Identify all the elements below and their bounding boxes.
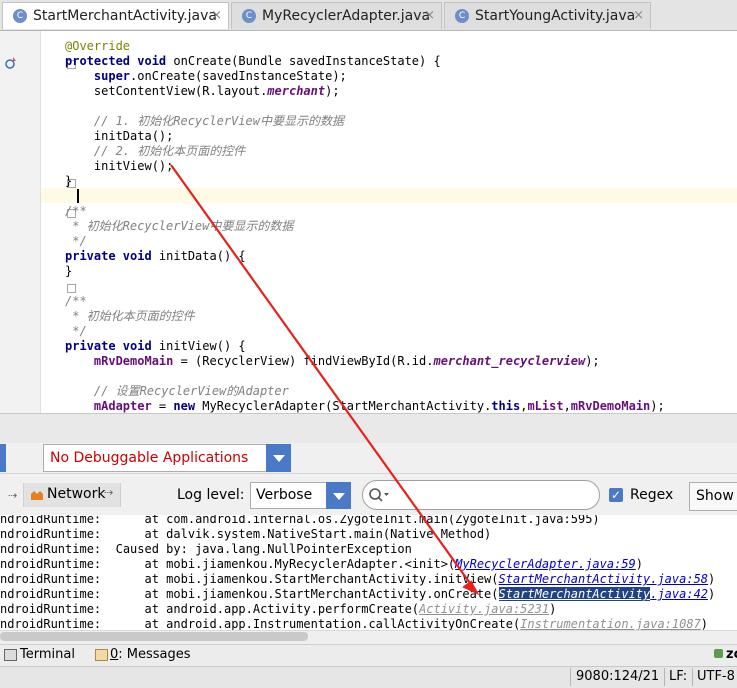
status-separator [692, 668, 693, 686]
code-line: initView(); [65, 159, 174, 173]
status-separator [570, 668, 571, 686]
event-log-icon [714, 649, 723, 658]
stack-trace-link[interactable]: MyRecyclerAdapter.java:59 [455, 557, 636, 571]
log-level-label: Log level: [177, 487, 245, 503]
override-marker-icon[interactable] [5, 56, 17, 70]
messages-icon [95, 649, 108, 661]
network-tab[interactable]: Network ⇢ [23, 483, 121, 507]
log-line: ndroidRuntime: at mobi.jiamenkou.StartMe… [0, 572, 716, 586]
file-encoding-indicator[interactable]: UTF-8 [697, 668, 735, 686]
status-separator [664, 668, 665, 686]
code-comment: /** [65, 204, 87, 218]
pin-tab-icon[interactable]: ⇢ [104, 486, 113, 499]
panel-header-band [0, 413, 737, 444]
class-icon: C [455, 9, 469, 23]
app-filter-value: No Debuggable Applications [50, 450, 249, 466]
close-icon[interactable]: × [633, 3, 644, 29]
logcat-search-input[interactable] [362, 480, 600, 510]
messages-tool-button[interactable]: 0: Messages [110, 647, 191, 662]
network-tab-label: Network [47, 486, 106, 502]
pin-tab-icon[interactable]: ⇢ [0, 483, 22, 507]
text-caret [77, 189, 79, 203]
tab-my-recycler-adapter[interactable]: C MyRecyclerAdapter.java × [231, 2, 442, 29]
svg-text:⇢: ⇢ [8, 489, 17, 502]
close-icon[interactable]: × [211, 3, 222, 29]
stack-trace-link-selected[interactable]: StartMerchantActivity [498, 587, 651, 601]
code-comment: */ [65, 324, 87, 338]
code-line: mAdapter = new MyRecyclerAdapter(StartMe… [65, 399, 665, 413]
code-line: private void initData() { [65, 249, 246, 263]
code-comment: // 1. 初始化RecyclerView中要显示的数据 [65, 114, 344, 128]
log-line: ndroidRuntime: Caused by: java.lang.Null… [0, 542, 412, 556]
code-comment: * 初始化RecyclerView中要显示的数据 [65, 219, 294, 233]
code-line: setContentView(R.layout.merchant); [65, 84, 340, 98]
editor-gutter[interactable] [0, 31, 41, 413]
logcat-output[interactable]: ndroidRuntime: at com.android.internal.o… [0, 515, 737, 630]
close-icon[interactable]: × [424, 3, 435, 29]
editor-tab-bar: C StartMerchantActivity.java × C MyRecyc… [0, 0, 737, 31]
stack-trace-link[interactable]: StartMerchantActivity.java:58 [499, 572, 709, 586]
stack-trace-link[interactable]: Activity.java:5231 [419, 602, 549, 616]
code-line: @Override [65, 39, 131, 53]
current-line-highlight [41, 188, 737, 203]
app-filter-dropdown[interactable]: No Debuggable Applications [43, 444, 291, 472]
device-dropdown-edge[interactable] [0, 444, 6, 472]
log-line: ndroidRuntime: at dalvik.system.NativeSt… [0, 527, 492, 541]
log-line: ndroidRuntime: at com.android.internal.o… [0, 515, 600, 526]
code-comment: */ [65, 234, 87, 248]
stack-trace-link[interactable]: .java:42 [650, 587, 708, 601]
event-log-tool-button[interactable]: zo [726, 647, 737, 662]
log-level-value: Verbose [256, 487, 313, 503]
code-line: private void initView() { [65, 339, 246, 353]
tab-label: MyRecyclerAdapter.java [262, 8, 431, 24]
code-line: } [65, 264, 73, 278]
regex-label: Regex [630, 487, 674, 503]
caret-position[interactable]: 9080:124/21 [576, 668, 659, 686]
show-only-selected-dropdown[interactable]: Show [689, 482, 737, 511]
code-comment: // 2. 初始化本页面的控件 [65, 144, 246, 158]
code-line: protected void onCreate(Bundle savedInst… [65, 54, 441, 68]
search-icon [369, 488, 389, 502]
code-line: initData(); [65, 129, 174, 143]
tab-start-merchant-activity[interactable]: C StartMerchantActivity.java × [2, 2, 229, 29]
log-line: ndroidRuntime: at android.app.Instrument… [0, 617, 709, 630]
code-line: mRvDemoMain = (RecyclerView) findViewByI… [65, 354, 600, 368]
class-icon: C [13, 9, 27, 23]
log-level-dropdown[interactable]: Verbose [250, 482, 351, 509]
code-line: super.onCreate(savedInstanceState); [65, 69, 347, 83]
log-line: ndroidRuntime: at android.app.Activity.p… [0, 602, 557, 616]
code-line: } [65, 174, 73, 188]
chevron-down-icon[interactable] [266, 444, 291, 472]
code-editor[interactable]: @Override protected void onCreate(Bundle… [41, 31, 737, 413]
tab-start-young-activity[interactable]: C StartYoungActivity.java × [444, 2, 651, 29]
network-icon [31, 491, 43, 500]
tab-label: StartYoungActivity.java [475, 8, 636, 24]
terminal-icon [4, 649, 17, 661]
stack-trace-link[interactable]: Instrumentation.java:1087 [520, 617, 701, 630]
code-comment: // 设置RecyclerView的Adapter [65, 384, 289, 398]
log-line: ndroidRuntime: at mobi.jiamenkou.StartMe… [0, 587, 716, 601]
chevron-down-icon[interactable] [326, 482, 351, 509]
terminal-tool-button[interactable]: Terminal [20, 647, 75, 662]
code-comment: * 初始化本页面的控件 [65, 309, 195, 323]
regex-checkbox[interactable]: ✓ [609, 488, 623, 502]
line-separator-indicator[interactable]: LF: [669, 668, 687, 686]
log-line: ndroidRuntime: at mobi.jiamenkou.MyRecyc… [0, 557, 644, 571]
tab-label: StartMerchantActivity.java [33, 8, 217, 24]
scrollbar-thumb[interactable] [0, 632, 308, 641]
show-label: Show [696, 488, 734, 504]
code-comment: /** [65, 294, 87, 308]
class-icon: C [242, 9, 256, 23]
fold-marker[interactable] [67, 284, 76, 293]
